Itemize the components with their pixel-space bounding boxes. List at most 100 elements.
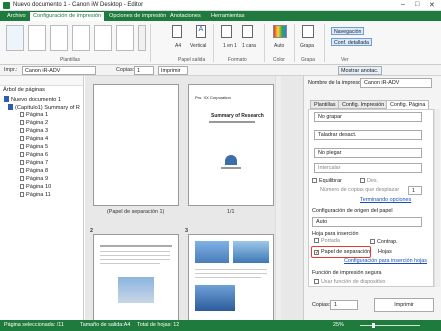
orientation-value[interactable]: Vertical: [190, 43, 206, 49]
panel-tab-templates[interactable]: Plantillas: [310, 100, 340, 109]
zoom-slider[interactable]: [360, 325, 420, 326]
panel-tab-print-settings[interactable]: Config. Impresión: [338, 100, 389, 109]
tab-annotations[interactable]: Anotaciones: [167, 12, 204, 21]
tree-item-page[interactable]: Página 7: [20, 160, 48, 166]
panel-tab-page-settings[interactable]: Config. Página: [386, 100, 430, 109]
text-line: [195, 273, 267, 274]
text-line: [100, 251, 170, 252]
toolbar-print-button[interactable]: Imprimir: [158, 66, 188, 75]
interleave-select[interactable]: Intercalar: [314, 163, 422, 173]
tab-print-settings[interactable]: Configuración de impresión: [30, 12, 105, 21]
punch-select[interactable]: Taladrar desact.: [314, 130, 422, 140]
finishing-options-link[interactable]: Terminando opciones: [360, 197, 411, 203]
preview-canvas[interactable]: (Papel de separación 1) Pro. XX Corporat…: [85, 76, 303, 324]
staple-select[interactable]: No grapar: [314, 112, 422, 122]
paper-size-value[interactable]: A4: [175, 43, 181, 49]
copies-input[interactable]: 1: [134, 66, 154, 75]
template-scroll[interactable]: [138, 25, 146, 51]
tree-item-document[interactable]: Nuevo documento 1: [4, 96, 61, 103]
template-thumb-3[interactable]: [50, 25, 68, 51]
color-mode-value[interactable]: Auto: [274, 43, 284, 49]
page-preview[interactable]: [188, 234, 274, 324]
tree-item-page[interactable]: Página 11: [20, 192, 51, 198]
offset-option[interactable]: Des.: [360, 178, 378, 184]
tree-item-page[interactable]: Página 5: [20, 144, 48, 150]
panel-scrollbar[interactable]: [434, 109, 440, 287]
tree-item-chapter[interactable]: (Capítulo1) Summary of R: [8, 104, 80, 111]
back-cover-option[interactable]: Contrap.: [370, 239, 398, 245]
back-cover-checkbox[interactable]: [370, 239, 375, 244]
photo-image: [118, 277, 154, 303]
ribbon: Plantillas A4 A Vertical Papel salida 1 …: [0, 21, 441, 65]
chapter-icon: [8, 104, 13, 110]
tab-archivo[interactable]: Archivo: [4, 12, 29, 21]
secure-device-option[interactable]: Usar función de dispositivo: [314, 279, 385, 285]
secure-device-checkbox[interactable]: [314, 279, 319, 284]
photo-image: [233, 241, 269, 263]
page-tree-panel: Árbol de páginas Nuevo documento 1 (Capí…: [0, 86, 84, 320]
navigation-toggle[interactable]: Navegación: [331, 27, 365, 35]
ribbon-tabs: Archivo Configuración de impresión Opcio…: [0, 11, 441, 21]
panel-print-button[interactable]: Imprimir: [374, 298, 434, 312]
separator-page-preview[interactable]: [93, 84, 179, 206]
template-thumb-1[interactable]: [6, 25, 24, 51]
zoom-slider-thumb[interactable]: [372, 323, 375, 328]
group-label-color: Color: [273, 57, 285, 63]
status-output-size: Tamaño de salida:A4: [80, 322, 131, 328]
cover-page-preview[interactable]: Pro. XX Corporation Summary of Research: [188, 84, 274, 206]
template-thumb-4[interactable]: [72, 25, 90, 51]
cover-option[interactable]: Portada: [314, 238, 340, 244]
tree-item-page[interactable]: Página 6: [20, 152, 48, 158]
ribbon-divider: [324, 24, 325, 62]
page-icon: [20, 128, 24, 133]
copies-shift-input[interactable]: 1: [408, 186, 422, 195]
page-icon: [20, 176, 24, 181]
tree-item-page[interactable]: Página 8: [20, 168, 48, 174]
ribbon-divider: [150, 24, 151, 62]
zoom-level[interactable]: 25%: [333, 322, 344, 328]
template-thumb-5[interactable]: [94, 25, 112, 51]
sheets-label: Hojas: [378, 249, 392, 255]
equalize-checkbox[interactable]: [312, 178, 317, 183]
show-annotations-button[interactable]: Mostrar anotac.: [338, 66, 382, 75]
offset-checkbox[interactable]: [360, 178, 365, 183]
layout-pages-value[interactable]: 1 en 1: [223, 43, 237, 49]
paper-origin-select[interactable]: Auto: [312, 217, 422, 227]
layout-icon: [221, 25, 232, 38]
maximize-icon[interactable]: □: [415, 1, 419, 8]
tree-item-page[interactable]: Página 4: [20, 136, 48, 142]
template-thumb-6[interactable]: [116, 25, 134, 51]
minimize-icon[interactable]: –: [401, 1, 405, 8]
canvas-scrollbar[interactable]: [275, 76, 281, 320]
printer-name-select[interactable]: Canon iR-ADV: [360, 78, 432, 88]
template-thumb-2[interactable]: [28, 25, 46, 51]
detail-settings-toggle[interactable]: Conf. detallada: [331, 38, 372, 46]
page-icon: [20, 192, 24, 197]
equalize-option[interactable]: Equilibrar: [312, 178, 342, 184]
title-bar: Nuevo documento 1 - Canon iW Desktop - E…: [0, 0, 441, 11]
tab-tools[interactable]: Herramientas: [208, 12, 248, 21]
close-icon[interactable]: ✕: [429, 1, 435, 9]
separator-paper-option[interactable]: ✓ Papel de separación: [314, 249, 370, 256]
page-preview[interactable]: [93, 234, 179, 324]
tab-print-options[interactable]: Opciones de impresión: [106, 12, 169, 21]
separator-checkbox[interactable]: ✓: [314, 250, 319, 256]
tree-item-page[interactable]: Página 3: [20, 128, 48, 134]
text-line: [195, 269, 267, 270]
fold-select[interactable]: No plegar: [314, 148, 422, 158]
staple-value[interactable]: Grapa: [300, 43, 314, 49]
text-line: [221, 167, 241, 169]
cover-checkbox[interactable]: [314, 238, 319, 243]
tree-item-page[interactable]: Página 10: [20, 184, 51, 190]
cover-caption: 1/1: [227, 209, 235, 215]
tree-item-page[interactable]: Página 9: [20, 176, 48, 182]
tree-item-page[interactable]: Página 2: [20, 120, 48, 126]
layout-sides-value[interactable]: 1 cara: [242, 43, 256, 49]
printer-select[interactable]: Canon iR-ADV: [22, 66, 96, 75]
ribbon-divider: [213, 24, 214, 62]
panel-copies-input[interactable]: 1: [330, 300, 358, 310]
document-icon: [4, 96, 9, 102]
tree-item-page[interactable]: Página 1: [20, 112, 48, 118]
insert-sheets-link[interactable]: Configuración para inserción hojas: [344, 258, 427, 264]
doc-company: Pro. XX Corporation: [195, 95, 231, 100]
